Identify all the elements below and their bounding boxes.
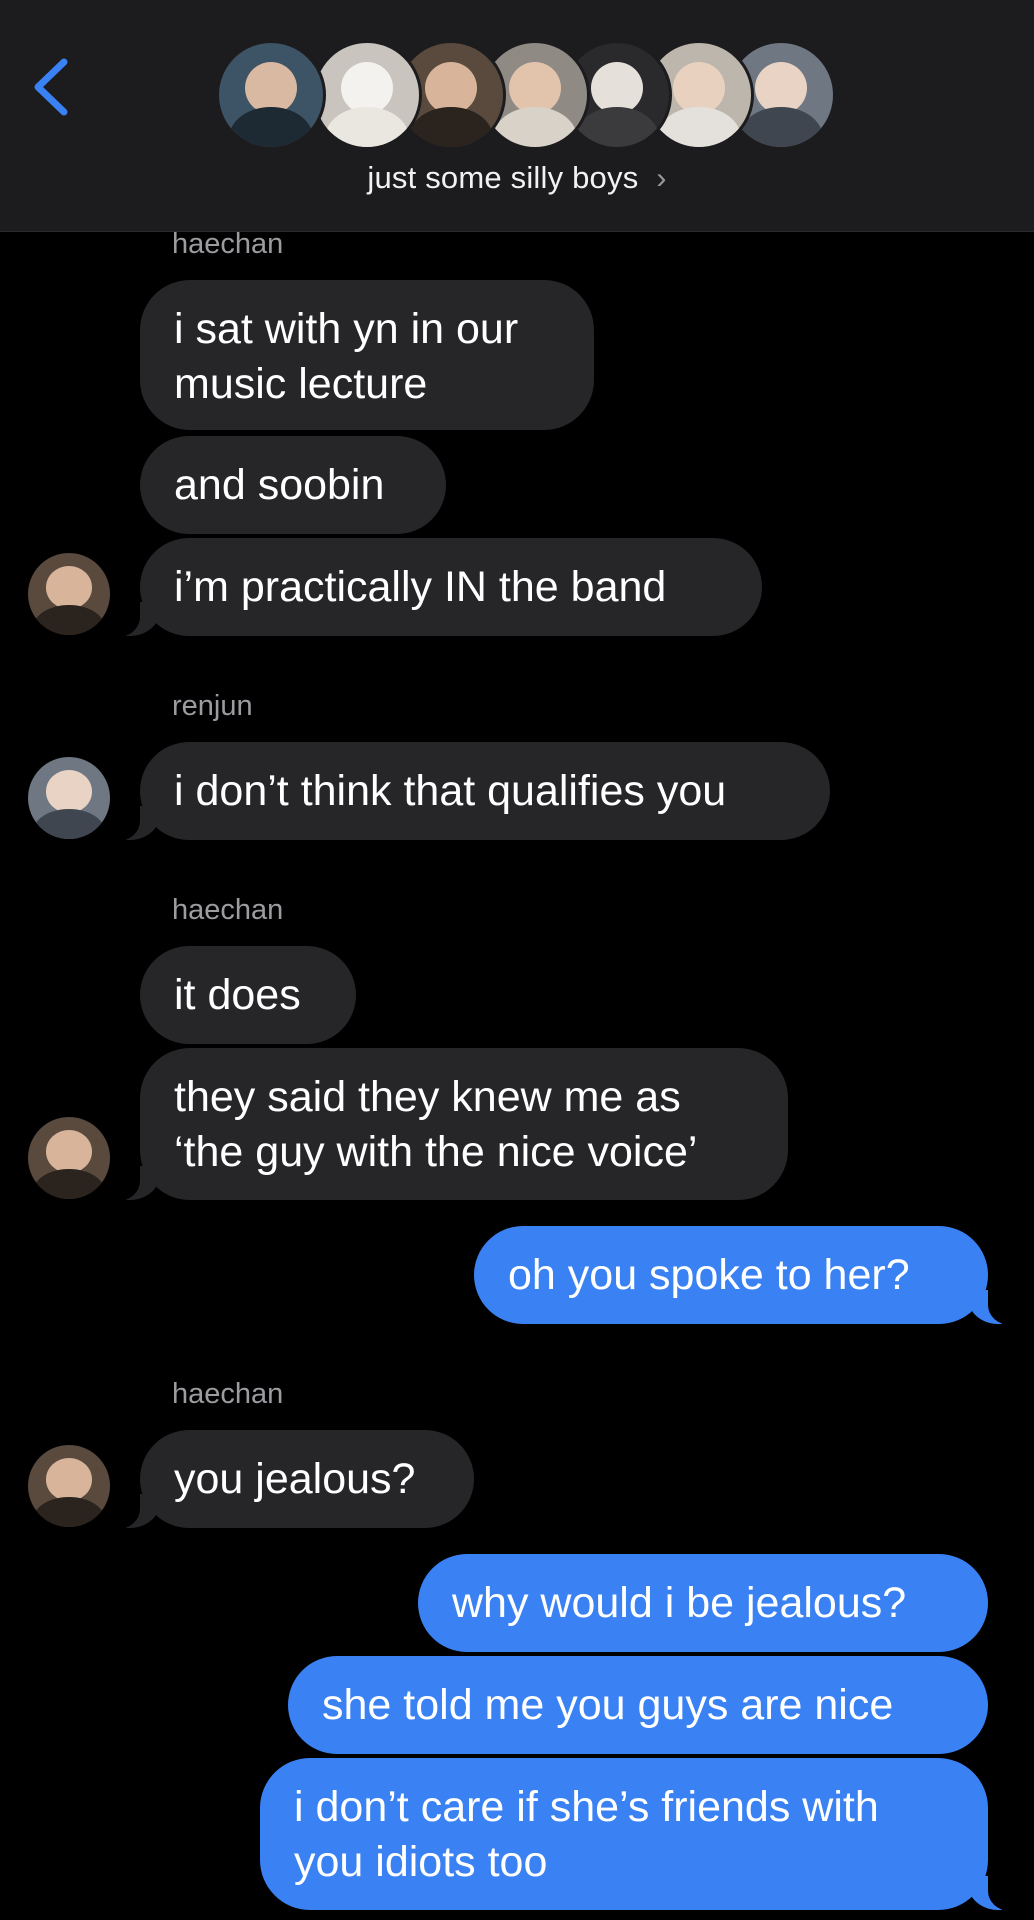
chevron-right-icon: › xyxy=(656,162,667,195)
avatar-renjun[interactable] xyxy=(28,757,110,839)
group-name: just some silly boys xyxy=(367,160,639,195)
message-bubble[interactable]: they said they knew me as ‘the guy with … xyxy=(114,1048,788,1201)
message-text: music lecture xyxy=(174,360,428,408)
message-text: she told me you guys are nice xyxy=(322,1681,894,1729)
message-text: oh you spoke to her? xyxy=(508,1251,910,1299)
message-bubble[interactable]: i don’t care if she’s friends with you i… xyxy=(260,1758,1014,1911)
message-text: it does xyxy=(174,971,301,1019)
sender-name: haechan xyxy=(172,228,284,260)
message-bubble[interactable]: you jealous? xyxy=(114,1430,474,1529)
chevron-left-icon xyxy=(34,58,68,116)
message-text: and soobin xyxy=(174,461,385,509)
message-text: why would i be jealous? xyxy=(452,1579,907,1627)
conversation-header: just some silly boys › xyxy=(0,0,1034,232)
message-bubble[interactable]: she told me you guys are nice xyxy=(288,1656,988,1754)
message-bubble[interactable]: it does xyxy=(140,946,356,1044)
group-name-button[interactable]: just some silly boys › xyxy=(0,160,1034,196)
message-text: i don’t think that qualifies you xyxy=(174,767,727,815)
back-button[interactable] xyxy=(28,52,84,122)
message-bubble[interactable]: oh you spoke to her? xyxy=(474,1226,1014,1325)
message-text: i’m practically IN the band xyxy=(174,563,667,611)
message-bubble[interactable]: i’m practically IN the band xyxy=(114,538,762,637)
sender-name: renjun xyxy=(172,690,253,722)
message-bubble[interactable]: and soobin xyxy=(140,436,446,534)
avatar-haechan[interactable] xyxy=(28,553,110,635)
message-text: they said they knew me as xyxy=(174,1073,681,1121)
sender-name: haechan xyxy=(172,1378,284,1410)
message-text: ‘the guy with the nice voice’ xyxy=(174,1128,698,1176)
avatar xyxy=(216,40,326,150)
sender-name: haechan xyxy=(172,894,284,926)
avatar-haechan[interactable] xyxy=(28,1445,110,1527)
avatar-haechan[interactable] xyxy=(28,1117,110,1199)
avatar xyxy=(312,40,422,150)
message-bubble[interactable]: why would i be jealous? xyxy=(418,1554,988,1652)
message-text: i sat with yn in our xyxy=(174,305,519,353)
message-text: you idiots too xyxy=(294,1838,548,1886)
message-bubble[interactable]: i don’t think that qualifies you xyxy=(114,742,830,841)
message-text: you jealous? xyxy=(174,1455,416,1503)
group-avatars[interactable] xyxy=(216,40,836,154)
message-text: i don’t care if she’s friends with xyxy=(294,1783,879,1831)
message-bubble[interactable]: i sat with yn in our music lecture xyxy=(140,280,594,430)
